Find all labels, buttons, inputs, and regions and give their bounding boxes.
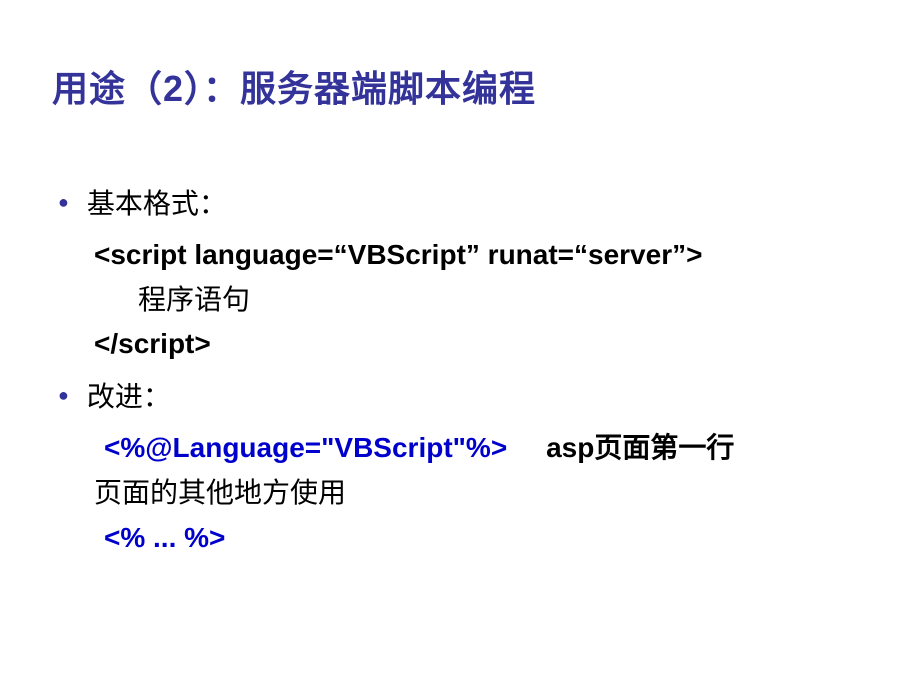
code-block-line: <% ... %> [104,516,868,561]
directive-note: asp页面第一行 [546,432,734,463]
code-block: <% ... %> [104,522,225,553]
usage-text: 页面的其他地方使用 [94,471,868,516]
bullet-item-1: ● 基本格式： [58,182,868,227]
slide-title: 用途（2）：服务器端脚本编程 [52,60,868,112]
slide-container: 用途（2）：服务器端脚本编程 ● 基本格式： <script language=… [0,0,920,600]
bullet-item-2: ● 改进： [58,375,868,420]
code-directive: <%@Language="VBScript"%> [104,432,507,463]
code-script-close: </script> [94,322,868,367]
bullet-2-label: 改进： [87,375,171,420]
bullet-1-label: 基本格式： [87,182,227,227]
bullet-icon: ● [58,192,69,213]
slide-content: ● 基本格式： <script language=“VBScript” runa… [52,182,868,560]
bullet-icon: ● [58,385,69,406]
code-body-text: 程序语句 [138,278,868,323]
code-script-open: <script language=“VBScript” runat=“serve… [94,233,868,278]
code-directive-line: <%@Language="VBScript"%> asp页面第一行 [104,426,868,471]
